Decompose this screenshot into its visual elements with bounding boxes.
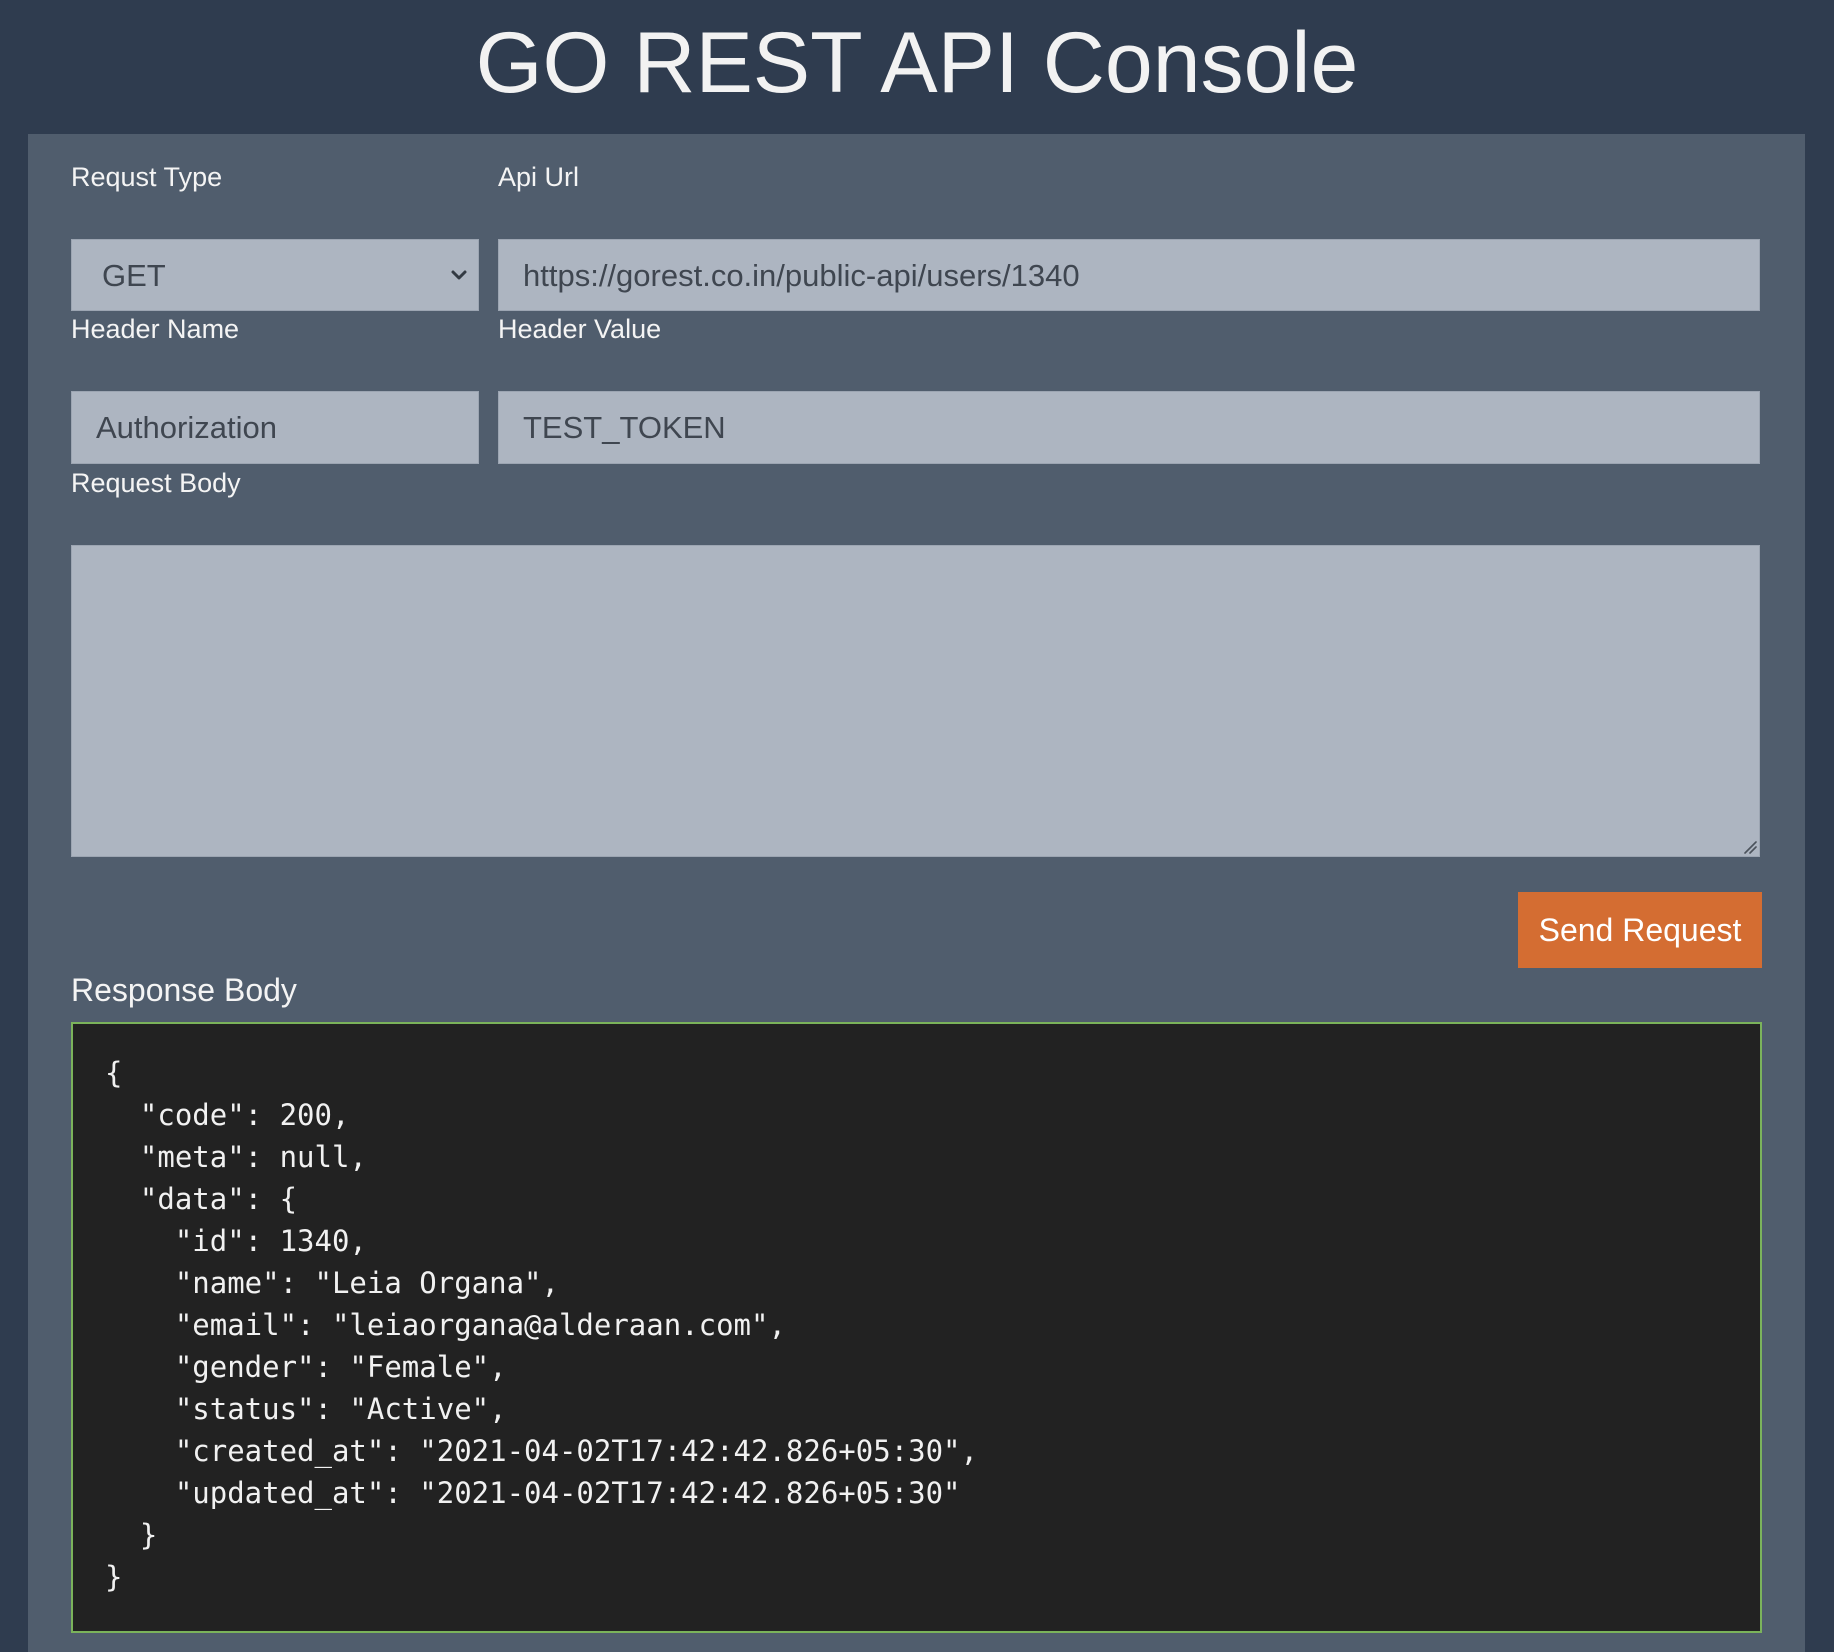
- resize-handle-icon[interactable]: [1741, 838, 1757, 854]
- request-type-select[interactable]: GET: [71, 239, 479, 311]
- send-request-button[interactable]: Send Request: [1518, 892, 1762, 968]
- request-type-selected-value: GET: [102, 258, 166, 293]
- request-body-label: Request Body: [71, 468, 241, 498]
- header-name-input[interactable]: Authorization: [71, 391, 479, 464]
- request-body-textarea[interactable]: [71, 545, 1760, 857]
- header-value-label: Header Value: [498, 314, 662, 344]
- request-type-label: Requst Type: [71, 162, 223, 192]
- header-value-input[interactable]: TEST_TOKEN: [498, 391, 1760, 464]
- api-url-input[interactable]: https://gorest.co.in/public-api/users/13…: [498, 239, 1760, 311]
- page-title: GO REST API Console: [475, 15, 1359, 111]
- api-console-panel: Requst Type Api Url GET https://gorest.c…: [28, 134, 1805, 1652]
- response-body: { "code": 200, "meta": null, "data": { "…: [71, 1022, 1762, 1633]
- header-name-label: Header Name: [71, 314, 240, 344]
- response-body-label: Response Body: [71, 972, 297, 1008]
- chevron-down-icon: [451, 270, 467, 280]
- api-url-label: Api Url: [498, 162, 580, 192]
